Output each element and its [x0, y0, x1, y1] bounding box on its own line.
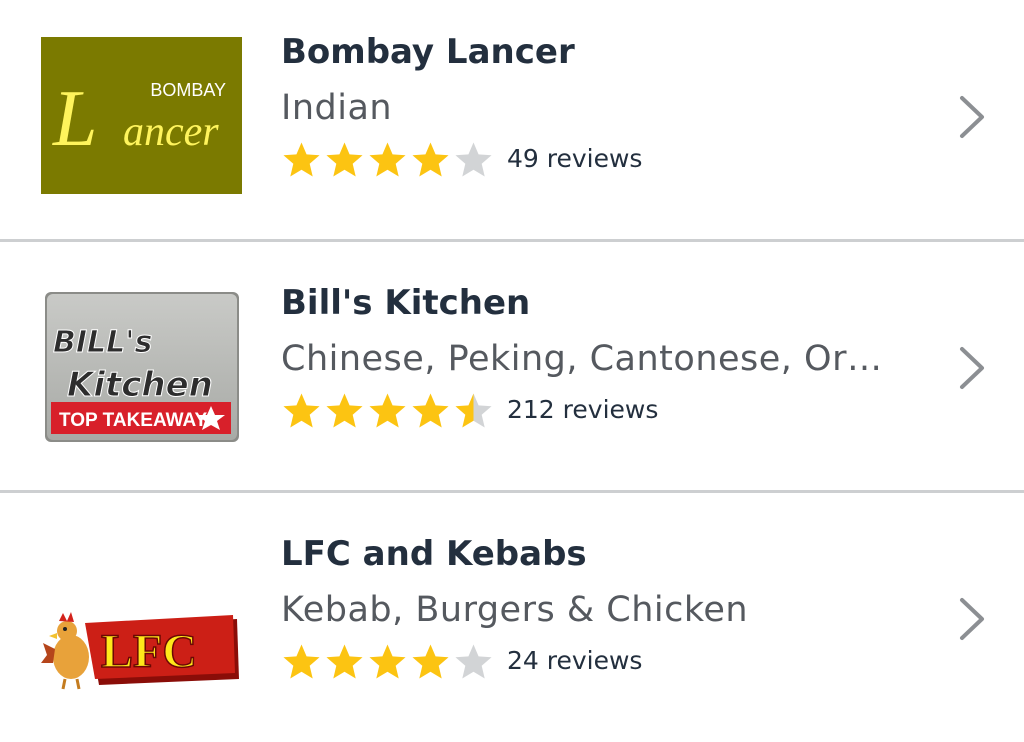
star-icon — [455, 142, 492, 177]
rating-stars — [282, 643, 493, 681]
restaurant-logo: LFC — [41, 539, 242, 696]
restaurant-name: Bombay Lancer — [281, 32, 575, 72]
star-icon — [369, 644, 406, 679]
star-icon — [326, 644, 363, 679]
review-count: 24 reviews — [507, 646, 643, 675]
chevron-right-icon[interactable] — [956, 345, 988, 391]
logo-line2: Kitchen — [67, 365, 213, 405]
restaurant-name: LFC and Kebabs — [281, 534, 587, 574]
star-icon — [283, 644, 320, 679]
review-count: 212 reviews — [507, 395, 659, 424]
star-icon — [412, 393, 449, 428]
star-icon — [455, 393, 492, 428]
chevron-right-icon[interactable] — [956, 596, 988, 642]
chevron-right-icon[interactable] — [956, 94, 988, 140]
restaurant-cuisine: Kebab, Burgers & Chicken — [281, 590, 749, 630]
rating-stars — [282, 141, 493, 179]
star-icon — [326, 142, 363, 177]
restaurant-logo: BOMBAY L ancer — [41, 37, 242, 194]
restaurant-row-bombay-lancer[interactable]: BOMBAY L ancer Bombay Lancer Indian 49 r… — [0, 0, 1024, 240]
review-count: 49 reviews — [507, 144, 643, 173]
restaurant-name: Bill's Kitchen — [281, 283, 531, 323]
logo-rest: ancer — [123, 109, 219, 155]
star-icon — [412, 644, 449, 679]
logo-text: LFC — [101, 625, 197, 678]
rating-stars — [282, 392, 493, 430]
restaurant-row-lfc-and-kebabs[interactable]: LFC LFC and Kebabs Kebab, Burgers & Chic… — [0, 502, 1024, 742]
logo-line1: BILL's — [53, 325, 152, 360]
row-divider — [0, 490, 1024, 493]
star-icon — [326, 393, 363, 428]
restaurant-list: BOMBAY L ancer Bombay Lancer Indian 49 r… — [0, 0, 1024, 740]
restaurant-cuisine: Chinese, Peking, Cantonese, Orie… — [281, 339, 891, 379]
star-icon — [412, 142, 449, 177]
logo-big-letter: L — [52, 75, 98, 163]
restaurant-row-bills-kitchen[interactable]: BILL's Kitchen TOP TAKEAWAY Bill's Kitch… — [0, 251, 1024, 491]
star-icon — [283, 142, 320, 177]
star-icon — [369, 393, 406, 428]
star-icon — [455, 644, 492, 679]
restaurant-logo: BILL's Kitchen TOP TAKEAWAY — [41, 288, 242, 445]
logo-banner: TOP TAKEAWAY — [59, 410, 207, 431]
star-icon — [369, 142, 406, 177]
restaurant-cuisine: Indian — [281, 88, 393, 128]
star-icon — [283, 393, 320, 428]
logo-line1: BOMBAY — [150, 80, 226, 100]
row-divider — [0, 239, 1024, 242]
